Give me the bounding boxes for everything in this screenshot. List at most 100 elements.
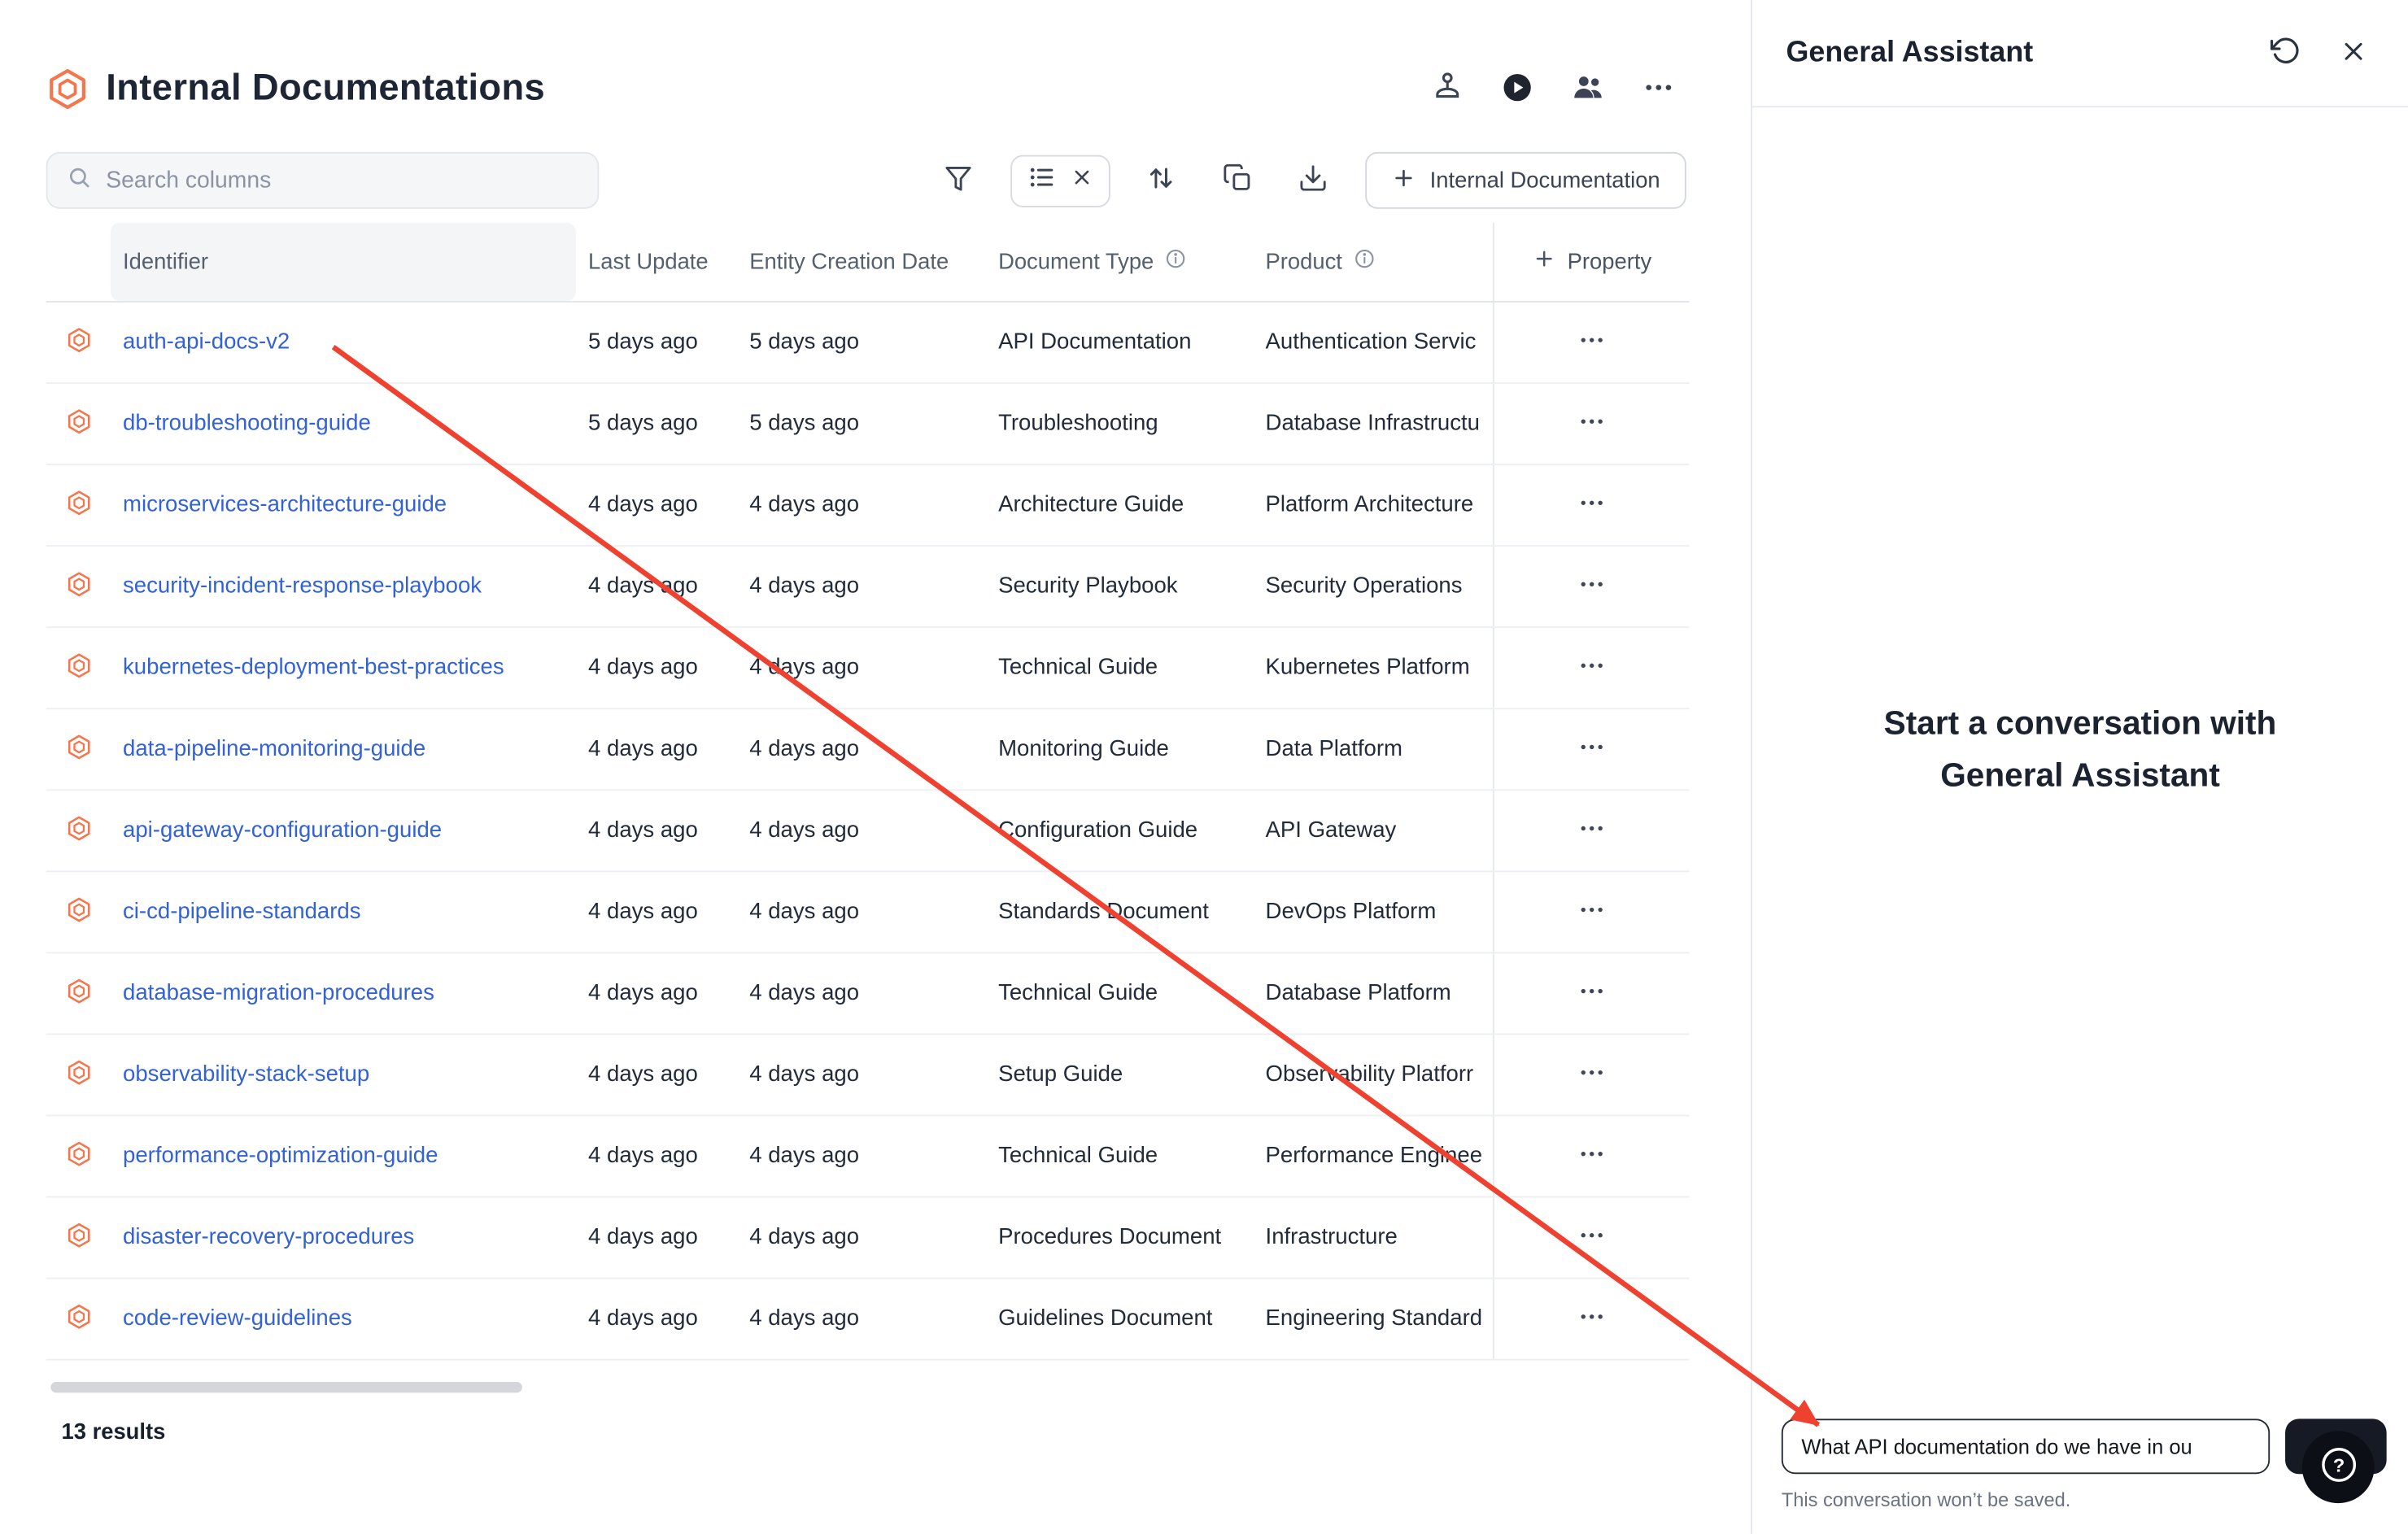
row-actions-button[interactable] bbox=[1566, 324, 1618, 360]
identifier-cell: code-review-guidelines bbox=[111, 1279, 576, 1359]
identifier-cell: auth-api-docs-v2 bbox=[111, 303, 576, 382]
play-button[interactable] bbox=[1493, 64, 1542, 113]
row-actions-button[interactable] bbox=[1566, 894, 1618, 930]
identifier-link[interactable]: microservices-architecture-guide bbox=[123, 493, 447, 517]
users-button[interactable] bbox=[1564, 64, 1612, 113]
document-type-info-icon[interactable] bbox=[1165, 247, 1188, 277]
identifier-link[interactable]: observability-stack-setup bbox=[123, 1062, 369, 1087]
product-info-icon[interactable] bbox=[1353, 247, 1376, 277]
help-button[interactable]: ? bbox=[2302, 1431, 2375, 1503]
svg-text:?: ? bbox=[2332, 1454, 2344, 1475]
identifier-cell: observability-stack-setup bbox=[111, 1035, 576, 1114]
hexagon-asset-icon bbox=[65, 407, 91, 440]
row-actions-cell bbox=[1493, 303, 1690, 382]
column-header-last-update-label: Last Update bbox=[588, 250, 709, 274]
column-header-identifier[interactable]: Identifier bbox=[111, 223, 576, 301]
sort-button[interactable] bbox=[1136, 156, 1185, 205]
identifier-link[interactable]: code-review-guidelines bbox=[123, 1307, 352, 1331]
identifier-cell: performance-optimization-guide bbox=[111, 1116, 576, 1196]
last-update-cell: 4 days ago bbox=[576, 547, 749, 626]
row-actions-button[interactable] bbox=[1566, 1219, 1618, 1256]
more-horizontal-icon bbox=[1577, 732, 1607, 766]
identifier-link[interactable]: kubernetes-deployment-best-practices bbox=[123, 656, 504, 680]
asset-icon-cell bbox=[46, 303, 111, 382]
row-actions-button[interactable] bbox=[1566, 975, 1618, 1012]
search-columns-input[interactable] bbox=[106, 168, 578, 194]
last-update-cell: 5 days ago bbox=[576, 384, 749, 464]
identifier-link[interactable]: db-troubleshooting-guide bbox=[123, 412, 371, 436]
product-cell: Authentication Servic bbox=[1266, 303, 1493, 382]
identifier-link[interactable]: security-incident-response-playbook bbox=[123, 574, 482, 599]
assistant-chat-input[interactable] bbox=[1782, 1419, 2270, 1474]
copy-icon bbox=[1222, 163, 1253, 198]
hexagon-asset-icon bbox=[65, 733, 91, 765]
entity-creation-date-cell: 5 days ago bbox=[749, 303, 998, 382]
row-actions-button[interactable] bbox=[1566, 1057, 1618, 1093]
row-actions-button[interactable] bbox=[1566, 405, 1618, 442]
column-header-document-type-label: Document Type bbox=[998, 250, 1154, 274]
copy-button[interactable] bbox=[1213, 156, 1262, 205]
identifier-link[interactable]: data-pipeline-monitoring-guide bbox=[123, 737, 425, 761]
row-actions-cell bbox=[1493, 628, 1690, 708]
row-actions-cell bbox=[1493, 953, 1690, 1033]
more-options-button[interactable] bbox=[1634, 64, 1683, 113]
identifier-link[interactable]: database-migration-procedures bbox=[123, 981, 434, 1005]
assistant-title: General Assistant bbox=[1786, 36, 2034, 70]
asset-icon-cell bbox=[46, 872, 111, 952]
identifier-link[interactable]: auth-api-docs-v2 bbox=[123, 330, 290, 355]
identifier-link[interactable]: api-gateway-configuration-guide bbox=[123, 818, 442, 843]
assistant-panel-actions bbox=[2261, 28, 2377, 77]
row-actions-button[interactable] bbox=[1566, 1138, 1618, 1174]
row-actions-button[interactable] bbox=[1566, 813, 1618, 849]
last-update-cell: 4 days ago bbox=[576, 1279, 749, 1359]
joystick-button[interactable] bbox=[1422, 64, 1471, 113]
entity-creation-date-cell: 4 days ago bbox=[749, 628, 998, 708]
identifier-link[interactable]: disaster-recovery-procedures bbox=[123, 1225, 414, 1249]
identifier-cell: api-gateway-configuration-guide bbox=[111, 791, 576, 870]
row-actions-button[interactable] bbox=[1566, 731, 1618, 768]
identifier-link[interactable]: performance-optimization-guide bbox=[123, 1144, 438, 1168]
row-actions-cell bbox=[1493, 709, 1690, 789]
column-header-product[interactable]: Product bbox=[1266, 223, 1493, 301]
add-property-label: Property bbox=[1568, 250, 1651, 274]
download-button[interactable] bbox=[1289, 156, 1338, 205]
add-property-button[interactable]: Property bbox=[1532, 247, 1651, 277]
reset-conversation-button[interactable] bbox=[2261, 28, 2310, 77]
asset-icon-cell bbox=[46, 628, 111, 708]
row-actions-button[interactable] bbox=[1566, 650, 1618, 686]
product-cell: Performance Enginee bbox=[1266, 1116, 1493, 1196]
table-row: code-review-guidelines 4 days ago 4 days… bbox=[46, 1279, 1690, 1361]
product-cell: Security Operations bbox=[1266, 547, 1493, 626]
row-actions-button[interactable] bbox=[1566, 1301, 1618, 1337]
more-horizontal-icon bbox=[1577, 1221, 1607, 1255]
close-icon bbox=[2338, 36, 2367, 70]
column-header-product-label: Product bbox=[1266, 250, 1342, 274]
clear-view-icon[interactable] bbox=[1070, 165, 1093, 196]
asset-icon-cell bbox=[46, 791, 111, 870]
horizontal-scrollbar-thumb[interactable] bbox=[50, 1382, 522, 1392]
column-header-last-update[interactable]: Last Update bbox=[576, 223, 749, 301]
column-header-document-type[interactable]: Document Type bbox=[998, 223, 1265, 301]
more-horizontal-icon bbox=[1642, 70, 1676, 108]
last-update-cell: 4 days ago bbox=[576, 709, 749, 789]
row-actions-button[interactable] bbox=[1566, 568, 1618, 604]
row-actions-button[interactable] bbox=[1566, 486, 1618, 523]
last-update-cell: 4 days ago bbox=[576, 872, 749, 952]
last-update-cell: 4 days ago bbox=[576, 1197, 749, 1277]
page-header: Internal Documentations bbox=[46, 59, 1705, 120]
search-icon bbox=[66, 163, 92, 198]
header-actions bbox=[1422, 64, 1683, 113]
entity-creation-date-cell: 4 days ago bbox=[749, 1279, 998, 1359]
search-columns-box bbox=[46, 152, 600, 209]
document-type-cell: Setup Guide bbox=[998, 1035, 1265, 1114]
more-horizontal-icon bbox=[1577, 488, 1607, 522]
close-panel-button[interactable] bbox=[2328, 28, 2377, 77]
filter-button[interactable] bbox=[934, 156, 983, 205]
add-internal-documentation-button[interactable]: Internal Documentation bbox=[1365, 152, 1686, 209]
filter-funnel-icon bbox=[943, 163, 974, 198]
column-header-entity-creation-date[interactable]: Entity Creation Date bbox=[749, 223, 998, 301]
identifier-cell: data-pipeline-monitoring-guide bbox=[111, 709, 576, 789]
identifier-link[interactable]: ci-cd-pipeline-standards bbox=[123, 900, 360, 924]
active-view-chip[interactable] bbox=[1010, 155, 1110, 207]
hexagon-asset-icon bbox=[65, 1140, 91, 1173]
